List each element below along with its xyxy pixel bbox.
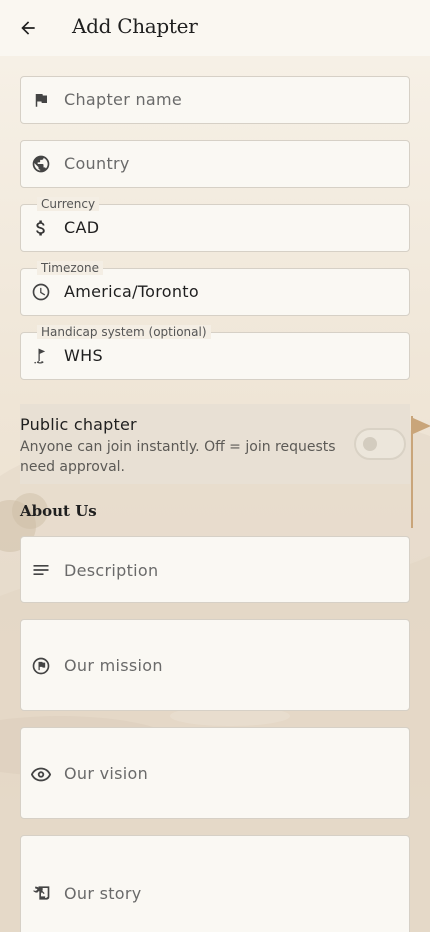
country-field[interactable]: Country	[20, 140, 410, 188]
chapter-name-field[interactable]: Chapter name	[20, 76, 410, 124]
page-title: Add Chapter	[72, 14, 198, 38]
currency-field[interactable]: Currency CAD	[20, 197, 410, 252]
mission-placeholder: Our mission	[64, 656, 163, 675]
dollar-icon	[30, 217, 52, 239]
public-chapter-switch[interactable]	[354, 428, 406, 460]
form-content: Chapter name Country Currency CAD Timezo…	[0, 56, 430, 932]
clock-icon	[30, 281, 52, 303]
notes-icon	[30, 559, 52, 581]
currency-value: CAD	[64, 218, 100, 237]
timezone-label: Timezone	[37, 261, 103, 275]
mission-flag-icon	[30, 655, 52, 677]
timezone-value: America/Toronto	[64, 282, 199, 301]
about-us-heading: About Us	[20, 502, 97, 520]
globe-icon	[30, 153, 52, 175]
handicap-field[interactable]: Handicap system (optional) WHS	[20, 325, 410, 380]
handicap-label: Handicap system (optional)	[37, 325, 211, 339]
flag-icon	[30, 89, 52, 111]
vision-placeholder: Our vision	[64, 764, 149, 783]
history-edu-icon	[30, 882, 52, 904]
back-arrow-icon[interactable]	[16, 16, 40, 40]
switch-knob	[363, 437, 377, 451]
description-field[interactable]: Description	[20, 536, 410, 603]
story-placeholder: Our story	[64, 884, 142, 903]
description-placeholder: Description	[64, 561, 159, 580]
public-chapter-subtitle: Anyone can join instantly. Off = join re…	[20, 439, 336, 475]
mission-field[interactable]: Our mission	[20, 619, 410, 711]
country-placeholder: Country	[64, 154, 130, 173]
timezone-field[interactable]: Timezone America/Toronto	[20, 261, 410, 316]
story-field[interactable]: Our story	[20, 835, 410, 932]
golf-icon	[30, 345, 52, 367]
eye-icon	[30, 763, 52, 785]
handicap-value: WHS	[64, 346, 103, 365]
vision-field[interactable]: Our vision	[20, 727, 410, 819]
chapter-name-placeholder: Chapter name	[64, 90, 183, 109]
app-bar: Add Chapter	[0, 0, 430, 56]
public-chapter-title: Public chapter	[20, 415, 137, 434]
public-chapter-row[interactable]: Public chapter Anyone can join instantly…	[20, 404, 410, 484]
currency-label: Currency	[37, 197, 100, 211]
